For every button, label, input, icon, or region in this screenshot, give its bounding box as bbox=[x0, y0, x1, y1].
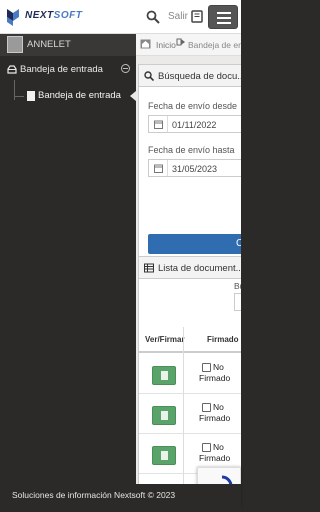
user-row: ANNELET bbox=[0, 34, 136, 56]
sidebar-subitem-label: Bandeja de entrada bbox=[38, 90, 121, 101]
pdf-icon bbox=[161, 371, 168, 380]
column-header-ver-firmar[interactable]: Ver/Firmar bbox=[139, 327, 185, 353]
footer: Soluciones de información Nextsoft © 202… bbox=[0, 484, 241, 512]
nextsoft-logo[interactable]: NEXTSOFT bbox=[5, 6, 82, 28]
footer-text: Soluciones de información Nextsoft © 202… bbox=[12, 490, 176, 500]
breadcrumb-current: Bandeja de entra bbox=[188, 40, 241, 50]
table-row: No Firmado bbox=[139, 394, 241, 434]
main-content: Inicio Bandeja de entra Búsqueda de docu… bbox=[136, 34, 241, 484]
search-icon[interactable] bbox=[146, 10, 160, 24]
search-icon bbox=[144, 71, 154, 81]
table-row: No Firmado bbox=[139, 354, 241, 394]
inbox-icon bbox=[7, 65, 17, 74]
calendar-icon bbox=[154, 120, 163, 129]
firmado-no-text: No bbox=[213, 402, 224, 412]
search-panel-title: Búsqueda de docu... bbox=[158, 71, 241, 82]
menu-bar bbox=[217, 12, 231, 14]
fecha-hasta-field[interactable]: 31/05/2023 bbox=[148, 159, 241, 177]
firmado-text: Firmado bbox=[199, 453, 231, 463]
list-search-label: Bu bbox=[234, 281, 241, 291]
view-sign-button[interactable] bbox=[152, 446, 176, 465]
sidebar-item-bandeja[interactable]: Bandeja de entrada bbox=[0, 60, 136, 80]
firmado-checkbox[interactable] bbox=[202, 403, 211, 412]
sidebar-subitem-bandeja[interactable]: Bandeja de entrada bbox=[0, 80, 136, 106]
search-panel-header: Búsqueda de docu... bbox=[139, 65, 241, 87]
collapse-icon[interactable] bbox=[121, 64, 130, 73]
home-icon[interactable] bbox=[140, 39, 151, 49]
logo-text: NEXTSOFT bbox=[25, 10, 83, 21]
search-submit-label: C bbox=[236, 238, 241, 249]
hamburger-menu-button[interactable] bbox=[208, 5, 238, 29]
field-separator bbox=[167, 116, 168, 132]
top-bar: NEXTSOFT Salir bbox=[0, 0, 241, 34]
pdf-icon bbox=[161, 411, 168, 420]
salir-link[interactable]: Salir bbox=[168, 11, 188, 22]
firmado-no-text: No bbox=[213, 442, 224, 452]
fecha-hasta-label: Fecha de envío hasta bbox=[148, 145, 235, 155]
firmado-checkbox[interactable] bbox=[202, 363, 211, 372]
user-name: ANNELET bbox=[27, 39, 71, 50]
document-list-panel: Lista de document... Bu Ver/Firmar Firma… bbox=[138, 256, 241, 484]
breadcrumb-home-link[interactable]: Inicio bbox=[156, 40, 176, 50]
firmado-checkbox[interactable] bbox=[202, 443, 211, 452]
manual-book-icon[interactable] bbox=[191, 10, 203, 23]
breadcrumb: Inicio Bandeja de entra bbox=[136, 34, 241, 56]
logo-mark-icon bbox=[7, 9, 19, 26]
fecha-desde-value: 01/11/2022 bbox=[172, 120, 217, 130]
fecha-desde-field[interactable]: 01/11/2022 bbox=[148, 115, 241, 133]
table-icon bbox=[144, 263, 154, 273]
fecha-hasta-value: 31/05/2023 bbox=[172, 164, 218, 174]
view-sign-button[interactable] bbox=[152, 406, 176, 425]
list-search-input[interactable] bbox=[234, 293, 241, 311]
menu-bar bbox=[217, 17, 231, 19]
search-submit-button[interactable]: C bbox=[148, 234, 241, 254]
firmado-no-text: No bbox=[213, 362, 224, 372]
tree-line bbox=[14, 80, 15, 100]
fecha-desde-label: Fecha de envío desde bbox=[148, 101, 238, 111]
search-panel: Búsqueda de docu... Fecha de envío desde… bbox=[138, 64, 241, 264]
menu-bar bbox=[217, 22, 231, 24]
list-panel-header: Lista de document... bbox=[139, 257, 241, 279]
field-separator bbox=[167, 160, 168, 176]
sidebar-item-label: Bandeja de entrada bbox=[20, 64, 103, 75]
tree-line bbox=[14, 96, 24, 97]
sidebar: ANNELET Bandeja de entrada Bandeja de en… bbox=[0, 34, 136, 484]
avatar bbox=[7, 36, 23, 53]
breadcrumb-arrow-icon bbox=[176, 38, 185, 46]
document-icon bbox=[27, 91, 35, 101]
column-header-firmado[interactable]: Firmado bbox=[183, 327, 241, 353]
firmado-text: Firmado bbox=[199, 413, 231, 423]
view-sign-button[interactable] bbox=[152, 366, 176, 385]
list-panel-title: Lista de document... bbox=[158, 263, 241, 274]
pdf-icon bbox=[161, 451, 168, 460]
calendar-icon bbox=[154, 164, 163, 173]
firmado-text: Firmado bbox=[199, 373, 231, 383]
